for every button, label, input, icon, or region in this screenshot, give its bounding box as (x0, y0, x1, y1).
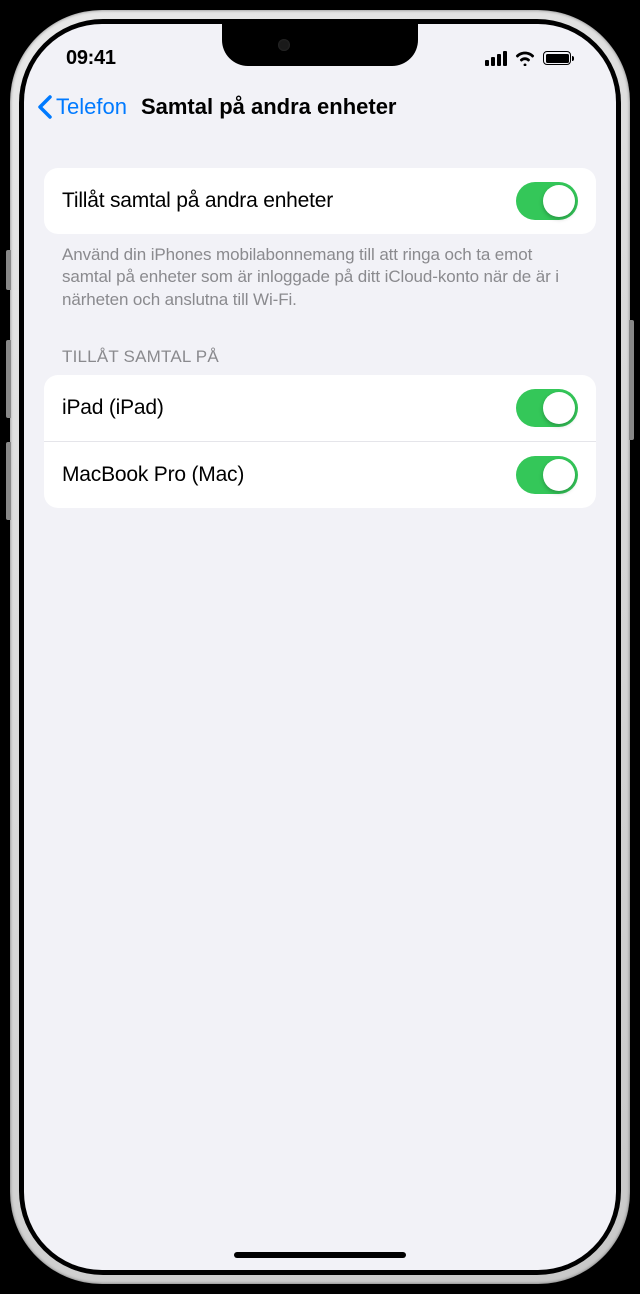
main-toggle-group: Tillåt samtal på andra enheter (44, 168, 596, 234)
allow-calls-row[interactable]: Tillåt samtal på andra enheter (44, 168, 596, 234)
status-icons (485, 50, 574, 66)
devices-group: iPad (iPad) MacBook Pro (Mac) (44, 375, 596, 508)
device-toggle-ipad[interactable] (516, 389, 578, 427)
device-label: MacBook Pro (Mac) (62, 463, 244, 487)
page-title: Samtal på andra enheter (141, 94, 397, 120)
cellular-signal-icon (485, 51, 507, 66)
back-button[interactable]: Telefon (38, 94, 127, 120)
side-button-right (629, 320, 634, 440)
home-indicator[interactable] (234, 1252, 406, 1258)
battery-icon (543, 51, 574, 65)
front-camera-icon (278, 39, 290, 51)
screen: 09:41 (24, 24, 616, 1270)
section-header: TILLÅT SAMTAL PÅ (44, 311, 596, 375)
nav-bar: Telefon Samtal på andra enheter (24, 80, 616, 138)
chevron-left-icon (38, 95, 52, 119)
wifi-icon (515, 50, 535, 66)
device-row-ipad[interactable]: iPad (iPad) (44, 375, 596, 441)
status-time: 09:41 (66, 47, 116, 70)
allow-calls-label: Tillåt samtal på andra enheter (62, 189, 333, 213)
description-text: Använd din iPhones mobilabonnemang till … (44, 234, 596, 311)
side-buttons-left (6, 250, 11, 544)
notch (222, 24, 418, 66)
device-row-macbook[interactable]: MacBook Pro (Mac) (44, 441, 596, 508)
device-label: iPad (iPad) (62, 396, 164, 420)
device-toggle-macbook[interactable] (516, 456, 578, 494)
content: Tillåt samtal på andra enheter Använd di… (24, 168, 616, 508)
back-label: Telefon (56, 94, 127, 120)
allow-calls-toggle[interactable] (516, 182, 578, 220)
phone-frame: 09:41 (10, 10, 630, 1284)
